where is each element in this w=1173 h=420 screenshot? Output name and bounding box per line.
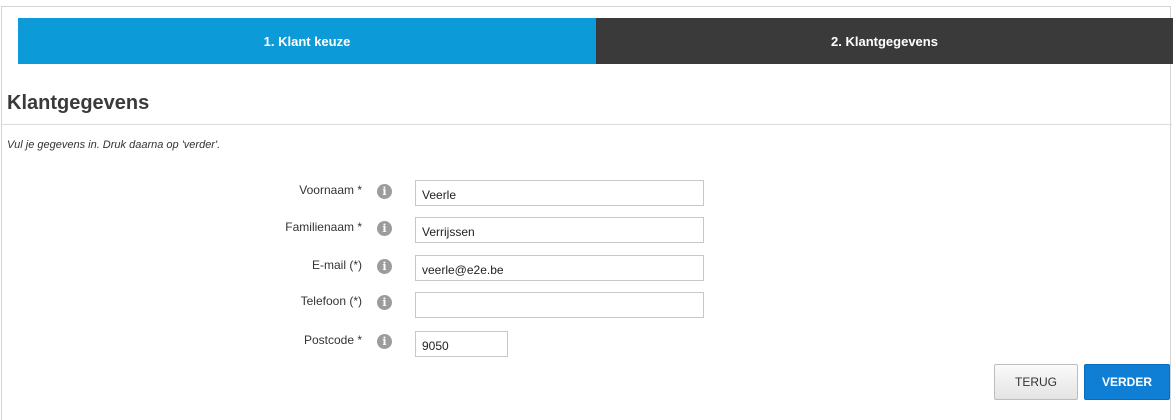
info-icon[interactable]: i — [377, 334, 392, 349]
email-input[interactable] — [415, 255, 704, 281]
next-button[interactable]: VERDER — [1084, 364, 1170, 400]
telefoon-input[interactable] — [415, 292, 704, 318]
info-icon[interactable]: i — [377, 259, 392, 274]
step-klant-keuze[interactable]: 1. Klant keuze — [18, 18, 596, 64]
title-divider — [1, 124, 1172, 125]
step-klantgegevens[interactable]: 2. Klantgegevens — [596, 18, 1173, 64]
step-progress-bar: 1. Klant keuze 2. Klantgegevens — [18, 18, 1173, 64]
postcode-label: Postcode * — [303, 333, 362, 347]
back-button[interactable]: TERUG — [994, 364, 1078, 400]
instruction-text: Vul je gegevens in. Druk daarna op 'verd… — [7, 139, 221, 151]
telefoon-label: Telefoon (*) — [300, 294, 362, 308]
info-icon[interactable]: i — [377, 221, 392, 236]
familienaam-input[interactable] — [415, 217, 704, 243]
page-title: Klantgegevens — [7, 92, 150, 114]
voornaam-input[interactable] — [415, 180, 704, 206]
content-frame — [1, 6, 1171, 420]
email-label: E-mail (*) — [312, 258, 362, 272]
step-label: 2. Klantgegevens — [831, 33, 938, 49]
postcode-input[interactable] — [415, 331, 508, 357]
info-icon[interactable]: i — [377, 184, 392, 199]
step-label: 1. Klant keuze — [263, 33, 351, 49]
info-icon[interactable]: i — [377, 295, 392, 310]
familienaam-label: Familienaam * — [285, 220, 362, 234]
voornaam-label: Voornaam * — [299, 183, 362, 197]
